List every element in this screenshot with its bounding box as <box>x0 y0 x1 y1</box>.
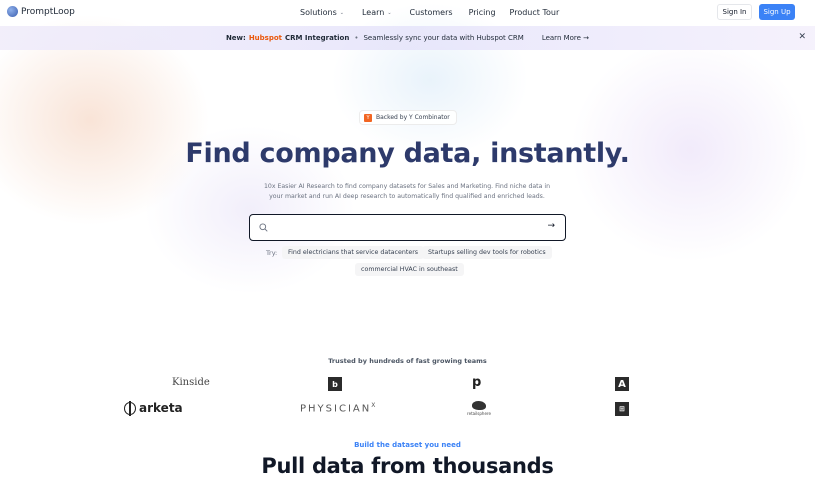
search-icon <box>259 223 268 232</box>
hero-headline: Find company data, instantly. <box>185 138 630 169</box>
hero-subtitle: 10x Easier AI Research to find company d… <box>263 183 550 200</box>
y-combinator-icon: Y <box>364 113 372 122</box>
brand-name: PromptLoop <box>21 6 75 17</box>
section-title: Pull data from thousands <box>261 454 554 478</box>
try-label: Try: <box>266 249 278 257</box>
logo-tile: ⊞ <box>615 402 629 416</box>
logo-a: A <box>615 377 629 391</box>
nav-item-customers[interactable]: Customers <box>410 8 453 17</box>
top-navigation: PromptLoop Solutions ⌄ Learn ⌄ Customers… <box>0 0 815 25</box>
section-label: Build the dataset you need <box>354 441 461 449</box>
yc-badge: Y Backed by Y Combinator <box>359 110 457 125</box>
arrow-right-icon[interactable]: → <box>547 221 555 231</box>
sign-up-button[interactable]: Sign Up <box>759 4 795 20</box>
search-box: → <box>249 214 566 241</box>
banner-learn-more-link[interactable]: Learn More → <box>542 34 589 42</box>
close-icon[interactable]: ✕ <box>798 32 806 42</box>
logo-b: b <box>328 377 342 391</box>
logo-physicianx: PHYSICIANX <box>300 402 376 415</box>
banner-message: Seamlessly sync your data with Hubspot C… <box>363 34 524 42</box>
badge-text: Backed by Y Combinator <box>376 114 450 121</box>
chevron-down-icon: ⌄ <box>339 9 344 16</box>
retailsphere-mark-icon <box>472 401 486 410</box>
nav-item-product-tour[interactable]: Product Tour <box>510 8 560 17</box>
nav-item-learn[interactable]: Learn ⌄ <box>362 8 392 17</box>
banner-separator: • <box>354 34 359 42</box>
banner-hubspot: Hubspot <box>248 34 282 42</box>
arketa-mark-icon <box>124 400 136 416</box>
search-input[interactable] <box>274 219 534 236</box>
chevron-down-icon: ⌄ <box>387 9 392 16</box>
sign-in-button[interactable]: Sign In <box>717 4 752 20</box>
brand-logo[interactable]: PromptLoop <box>7 6 75 17</box>
promptloop-logo-icon <box>7 6 18 17</box>
trusted-by-label: Trusted by hundreds of fast growing team… <box>328 357 487 365</box>
suggestion-chip[interactable]: Find electricians that service datacente… <box>282 246 425 259</box>
announcement-banner: New: Hubspot CRM Integration • Seamlessl… <box>0 26 815 50</box>
logo-kinside: Kinside <box>172 377 210 388</box>
banner-integration: CRM Integration <box>285 34 350 42</box>
logo-arketa: arketa <box>124 400 183 416</box>
nav-item-solutions[interactable]: Solutions ⌄ <box>300 8 344 17</box>
suggestion-chip[interactable]: commercial HVAC in southeast <box>355 263 464 276</box>
nav-menu: Solutions ⌄ Learn ⌄ Customers Pricing Pr… <box>300 8 559 17</box>
suggestion-chip[interactable]: Startups selling dev tools for robotics <box>422 246 552 259</box>
nav-item-pricing[interactable]: Pricing <box>469 8 496 17</box>
logo-p: p <box>472 375 482 390</box>
banner-new-label: New: <box>225 34 246 42</box>
logo-retailsphere: retailsphere <box>464 401 494 416</box>
